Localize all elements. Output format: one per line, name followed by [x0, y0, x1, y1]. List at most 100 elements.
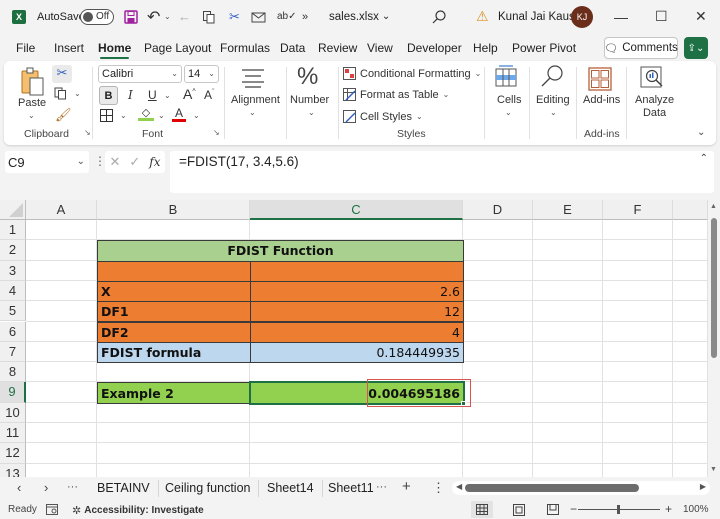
paste-dropdown-icon[interactable]: ⌄ [28, 111, 35, 120]
cell-c3[interactable] [250, 260, 464, 282]
column-header-d[interactable]: D [463, 200, 533, 220]
row-header-4[interactable]: 4 [0, 280, 26, 302]
italic-button[interactable]: I [128, 88, 133, 102]
select-all-button[interactable] [0, 200, 26, 220]
format-painter-icon[interactable]: 🖌 [55, 107, 72, 123]
x-value-cell[interactable]: 2.6 [250, 280, 464, 303]
clipboard-launcher-icon[interactable]: ↘ [84, 128, 91, 137]
row-header-2[interactable]: 2 [0, 240, 26, 261]
column-header-f[interactable]: F [603, 200, 673, 220]
number-button[interactable]: Number [290, 94, 329, 106]
fill-color-button[interactable]: ◇ [138, 106, 154, 121]
cell-b3[interactable] [97, 260, 251, 282]
scroll-right-icon[interactable]: ▶ [700, 482, 706, 491]
spelling-icon[interactable]: ab✓ [277, 0, 297, 33]
column-header-a[interactable]: A [26, 200, 97, 220]
zoom-out-button[interactable]: − [570, 502, 577, 516]
email-icon[interactable] [251, 0, 266, 33]
column-header-c[interactable]: C [250, 200, 463, 220]
scroll-up-icon[interactable]: ▲ [710, 203, 717, 210]
page-layout-view-button[interactable] [508, 501, 530, 518]
formula-input[interactable]: =FDIST(17, 3.4,5.6) ⌃ [170, 151, 714, 193]
analyze-data-icon[interactable] [640, 66, 664, 93]
row-header-11[interactable]: 11 [0, 423, 26, 444]
row-header-10[interactable]: 10 [0, 402, 26, 423]
vertical-scroll-thumb[interactable] [711, 218, 717, 358]
sheet-tab-betainv[interactable]: BETAINV [89, 480, 159, 497]
next-sheet-icon[interactable]: › [44, 480, 48, 495]
formula-value-cell[interactable]: 0.184449935 [250, 341, 464, 364]
table-title-cell[interactable]: FDIST Function [97, 240, 464, 262]
tab-power-pivot[interactable]: Power Pivot [512, 41, 576, 55]
tab-formulas[interactable]: Formulas [220, 41, 270, 55]
paste-icon[interactable] [20, 67, 46, 100]
alignment-button[interactable]: Alignment [231, 94, 280, 106]
close-button[interactable]: ✕ [695, 0, 707, 33]
df2-label-cell[interactable]: DF2 [97, 321, 251, 343]
df1-value-cell[interactable]: 12 [250, 301, 464, 323]
autosave-toggle[interactable]: Off [80, 0, 114, 33]
zoom-slider[interactable] [578, 505, 660, 514]
tab-help[interactable]: Help [473, 41, 498, 55]
enter-icon[interactable]: ✓ [129, 154, 140, 170]
add-ins-button[interactable]: Add-ins [583, 94, 620, 106]
row-header-5[interactable]: 5 [0, 301, 26, 322]
cell-styles-button[interactable]: Cell Styles ⌄ [343, 110, 423, 123]
row-header-1[interactable]: 1 [0, 220, 26, 241]
add-sheet-button[interactable]: + [402, 478, 411, 495]
conditional-formatting-button[interactable]: Conditional Formatting ⌄ [343, 67, 481, 80]
avatar[interactable]: KJ [571, 0, 593, 33]
tab-insert[interactable]: Insert [54, 41, 84, 55]
row-header-8[interactable]: 8 [0, 362, 26, 383]
analyze-data-button[interactable]: Analyze Data [635, 94, 674, 120]
minimize-button[interactable]: — [614, 0, 628, 33]
scroll-left-icon[interactable]: ◀ [456, 482, 462, 491]
column-header-g[interactable] [673, 200, 708, 220]
vertical-scrollbar[interactable]: ▲ ▼ [708, 200, 720, 477]
horizontal-scroll-thumb[interactable] [465, 484, 639, 492]
tab-home[interactable]: Home [98, 41, 131, 59]
row-header-3[interactable]: 3 [0, 260, 26, 281]
maximize-button[interactable]: ☐ [655, 0, 668, 33]
example-label-cell[interactable]: Example 2 [97, 382, 251, 404]
zoom-level[interactable]: 100% [683, 504, 709, 515]
normal-view-button[interactable] [471, 501, 493, 518]
row-header-7[interactable]: 7 [0, 341, 26, 363]
prev-sheet-icon[interactable]: ‹ [17, 480, 21, 495]
save-icon[interactable] [124, 0, 138, 33]
borders-icon[interactable] [100, 109, 113, 125]
sheet-tab-sheet11[interactable]: Sheet11 [320, 480, 382, 497]
zoom-slider-thumb[interactable] [617, 505, 620, 514]
editing-icon[interactable] [540, 64, 564, 91]
bold-button[interactable]: B [99, 86, 118, 105]
underline-dropdown-icon[interactable]: ⌄ [164, 91, 171, 100]
font-launcher-icon[interactable]: ↘ [213, 128, 220, 137]
sheet-tab-sheet14[interactable]: Sheet14 [259, 480, 323, 497]
page-break-view-button[interactable] [542, 501, 564, 518]
zoom-in-button[interactable]: + [665, 502, 672, 516]
tab-view[interactable]: View [367, 41, 393, 55]
font-color-dropdown-icon[interactable]: ⌄ [193, 111, 200, 120]
borders-dropdown-icon[interactable]: ⌄ [120, 111, 127, 120]
cells-icon[interactable] [495, 65, 517, 90]
collapse-formula-bar-icon[interactable]: ⌃ [700, 153, 708, 164]
font-name-select[interactable]: Calibri ⌄ [98, 65, 182, 83]
horizontal-scrollbar[interactable]: ◀ ▶ [452, 481, 710, 495]
cut-icon[interactable]: ✂ [229, 0, 240, 33]
tab-file[interactable]: File [16, 41, 35, 55]
macro-recording-icon[interactable] [46, 504, 58, 515]
row-header-13[interactable]: 13 [0, 463, 26, 477]
font-size-select[interactable]: 14 ⌄ [184, 65, 219, 83]
file-name[interactable]: sales.xlsx ⌄ [329, 0, 390, 33]
add-ins-icon[interactable] [588, 67, 612, 94]
tab-page-layout[interactable]: Page Layout [144, 41, 211, 55]
accessibility-status[interactable]: ✲ Accessibility: Investigate [72, 504, 204, 517]
tab-review[interactable]: Review [318, 41, 357, 55]
cancel-icon[interactable]: ✕ [109, 154, 120, 170]
number-dropdown-icon[interactable]: ⌄ [308, 108, 315, 117]
editing-dropdown-icon[interactable]: ⌄ [550, 108, 557, 117]
percent-icon[interactable]: % [297, 63, 318, 91]
tab-data[interactable]: Data [280, 41, 305, 55]
more-commands-icon[interactable]: » [302, 0, 308, 33]
name-box[interactable]: C9 ⌄ [5, 151, 89, 173]
